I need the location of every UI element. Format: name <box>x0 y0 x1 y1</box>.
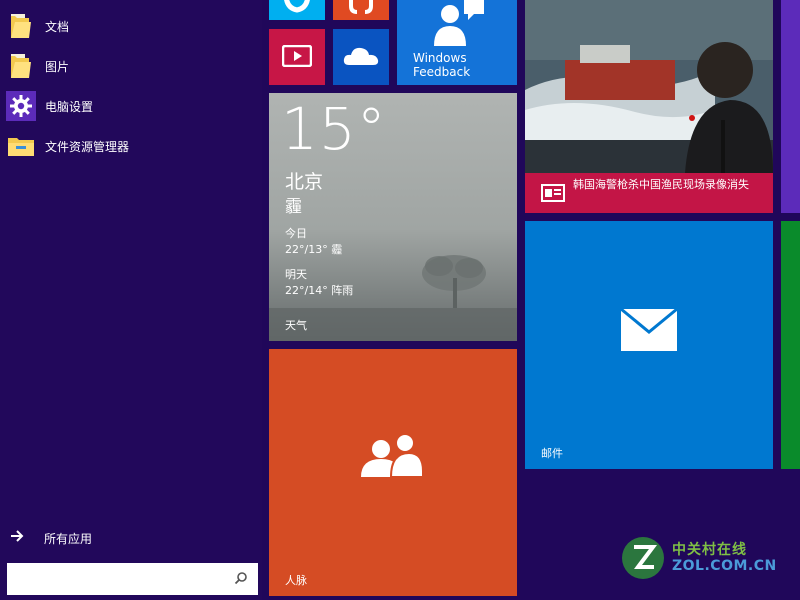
mail-tile[interactable]: 邮件 <box>525 221 773 469</box>
weather-tomorrow-value: 22°/14° 阵雨 <box>285 284 354 297</box>
music-tile[interactable] <box>333 0 389 20</box>
music-icon <box>347 0 375 20</box>
start-left-pane: 文档 图片 电脑设置 文件资源管理器 所有应用 <box>0 0 262 600</box>
feedback-title-line2: Feedback <box>413 65 471 79</box>
news-image <box>525 0 773 173</box>
mail-tile-label: 邮件 <box>541 447 563 460</box>
list-item-pc-settings[interactable]: 电脑设置 <box>6 89 256 123</box>
mail-icon <box>620 307 678 356</box>
video-icon <box>281 44 313 71</box>
feedback-title-line1: Windows <box>413 51 467 65</box>
onedrive-tile[interactable] <box>333 29 389 85</box>
search-box[interactable] <box>7 563 258 595</box>
gear-icon <box>6 91 36 121</box>
sidebar-item-label: 电脑设置 <box>45 99 94 114</box>
onedrive-icon <box>343 45 379 71</box>
zol-watermark: 中关村在线 ZOL.COM.CN <box>620 533 790 583</box>
weather-today-value: 22°/13° 霾 <box>285 243 343 256</box>
list-item-documents[interactable]: 文档 <box>6 9 256 43</box>
file-explorer-icon <box>6 131 36 161</box>
sidebar-item-label: 图片 <box>45 59 70 74</box>
weather-tile[interactable]: 15° 北京 霾 今日 22°/13° 霾 明天 22°/14° 阵雨 天气 <box>269 93 517 341</box>
folder-pictures-icon <box>6 51 36 81</box>
weather-condition: 霾 <box>285 197 302 217</box>
skype-icon <box>283 0 311 20</box>
weather-tomorrow-label: 明天 <box>285 268 307 281</box>
sidebar-item-label: 文档 <box>45 19 70 34</box>
search-icon[interactable] <box>234 570 250 586</box>
feedback-icon <box>430 0 486 50</box>
search-input[interactable] <box>13 563 237 595</box>
people-tile-label: 人脉 <box>285 574 307 587</box>
partial-tile-green[interactable] <box>781 221 800 469</box>
news-headline: 韩国海警枪杀中国渔民现场录像消失 <box>573 178 749 191</box>
sidebar-item-label: 文件资源管理器 <box>45 139 130 154</box>
people-tile[interactable]: 人脉 <box>269 349 517 596</box>
watermark-line1: 中关村在线 <box>672 542 747 558</box>
partial-tile-purple[interactable] <box>781 0 800 213</box>
weather-tile-label: 天气 <box>285 319 307 332</box>
news-icon <box>541 184 565 206</box>
folder-documents-icon <box>6 11 36 41</box>
weather-today-label: 今日 <box>285 227 307 240</box>
list-item-pictures[interactable]: 图片 <box>6 49 256 83</box>
weather-temperature: 15° <box>281 95 387 163</box>
people-icon <box>361 431 425 483</box>
news-caption-bar: 韩国海警枪杀中国渔民现场录像消失 <box>525 173 773 213</box>
windows-feedback-tile[interactable]: Windows Feedback <box>397 0 517 85</box>
weather-city: 北京 <box>285 171 324 193</box>
news-tile[interactable]: 韩国海警枪杀中国渔民现场录像消失 <box>525 0 773 213</box>
video-tile[interactable] <box>269 29 325 85</box>
skype-tile[interactable] <box>269 0 325 20</box>
all-apps-button[interactable]: 所有应用 <box>10 527 210 549</box>
watermark-line2: ZOL.COM.CN <box>672 558 777 574</box>
all-apps-label: 所有应用 <box>44 531 93 546</box>
list-item-file-explorer[interactable]: 文件资源管理器 <box>6 129 256 163</box>
arrow-right-icon <box>10 530 34 546</box>
